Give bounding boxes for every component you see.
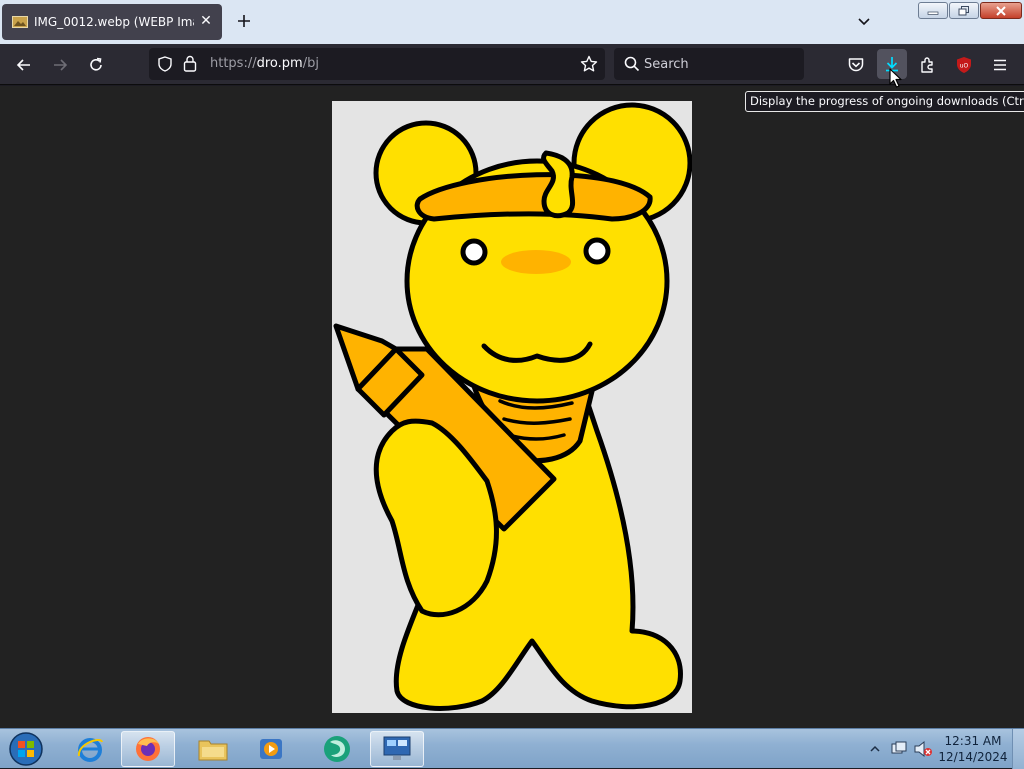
ublock-origin-icon: uO <box>957 57 971 73</box>
arrow-left-icon <box>16 59 30 71</box>
clock-date: 12/14/2024 <box>938 750 1008 764</box>
minimize-icon <box>927 11 939 15</box>
restore-icon <box>958 5 969 15</box>
folder-icon <box>198 740 228 761</box>
navigation-toolbar: https://dro.pm/bj uO <box>0 44 1024 85</box>
taskbar-firefox[interactable] <box>121 731 175 767</box>
media-player-icon <box>260 739 282 759</box>
show-hidden-icons-icon[interactable] <box>870 744 880 754</box>
downloads-tooltip: Display the progress of ongoing download… <box>745 91 1024 112</box>
arrow-right-icon <box>54 59 68 71</box>
reload-button[interactable] <box>85 54 107 76</box>
chevron-down-icon[interactable] <box>854 12 874 32</box>
ublock-button[interactable]: uO <box>953 54 975 76</box>
puzzle-piece-icon <box>921 57 933 73</box>
internet-explorer-icon <box>77 738 103 762</box>
pocket-button[interactable] <box>845 54 867 76</box>
back-button[interactable] <box>13 54 35 76</box>
search-icon <box>624 56 640 72</box>
start-button[interactable] <box>6 731 46 767</box>
displayed-image <box>332 101 692 713</box>
show-desktop-button[interactable] <box>1012 729 1024 769</box>
windows-taskbar: 12:31 AM 12/14/2024 <box>0 728 1024 769</box>
restore-button[interactable] <box>949 2 979 19</box>
url-scheme: https:// <box>210 56 257 71</box>
action-center-flag-icon[interactable] <box>890 740 908 758</box>
hamburger-menu-icon <box>994 59 1006 71</box>
close-icon <box>996 5 1006 16</box>
url-path: /bj <box>302 56 319 71</box>
tab-image[interactable]: IMG_0012.webp (WEBP Image, ✕ <box>2 4 222 40</box>
url-text[interactable]: https://dro.pm/bj <box>210 56 319 71</box>
taskbar-remote-desktop[interactable] <box>370 731 424 767</box>
extensions-button[interactable] <box>917 54 939 76</box>
forward-button[interactable] <box>49 54 71 76</box>
tab-title: IMG_0012.webp (WEBP Image, <box>34 15 194 29</box>
clock-time: 12:31 AM <box>944 734 1002 748</box>
search-bar[interactable] <box>614 48 804 80</box>
reload-icon <box>90 57 102 71</box>
taskbar-network-app[interactable] <box>310 731 364 767</box>
image-viewer-content <box>0 86 1024 728</box>
tab-strip: IMG_0012.webp (WEBP Image, ✕ <box>0 0 1024 44</box>
taskbar-internet-explorer[interactable] <box>63 731 117 767</box>
minimize-button[interactable] <box>918 2 948 19</box>
url-bar[interactable]: https://dro.pm/bj <box>149 48 605 80</box>
remote-desktop-icon <box>383 736 411 760</box>
close-window-button[interactable] <box>980 2 1022 19</box>
star-bookmark-icon[interactable] <box>580 55 598 73</box>
url-host: dro.pm <box>256 56 303 71</box>
system-clock[interactable]: 12:31 AM 12/14/2024 <box>938 733 1008 765</box>
tab-close-icon[interactable]: ✕ <box>198 13 214 29</box>
windows-logo-icon <box>9 732 43 766</box>
mouse-cursor-icon <box>889 68 902 88</box>
pocket-icon <box>848 58 864 72</box>
lock-icon[interactable] <box>183 55 197 72</box>
window-controls <box>917 2 1022 20</box>
new-tab-icon[interactable] <box>233 10 255 32</box>
app-menu-button[interactable] <box>989 54 1011 76</box>
firefox-icon <box>136 737 160 761</box>
globe-app-icon <box>324 736 350 762</box>
svg-text:uO: uO <box>960 63 969 70</box>
taskbar-media-player[interactable] <box>244 731 298 767</box>
yellow-bear-illustration <box>333 102 692 711</box>
image-file-icon <box>12 16 28 28</box>
speaker-muted-icon[interactable] <box>913 740 933 758</box>
shield-icon[interactable] <box>157 56 173 72</box>
taskbar-file-explorer[interactable] <box>186 731 240 767</box>
search-input[interactable] <box>644 54 794 74</box>
